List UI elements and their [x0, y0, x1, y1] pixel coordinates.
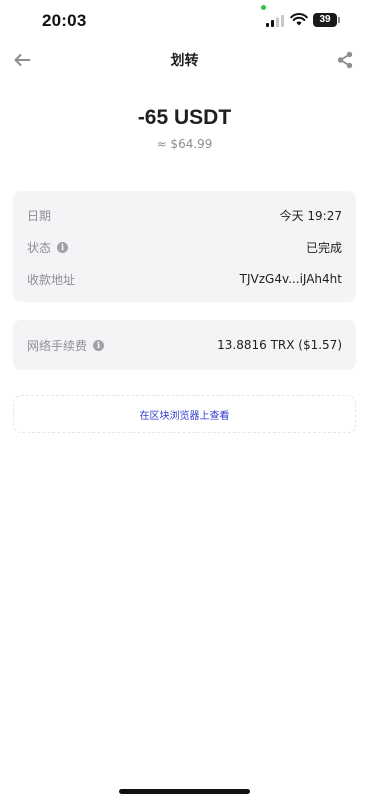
- fiat-equivalent: ≈ $64.99: [156, 137, 213, 151]
- network-fee-value: 13.8816 TRX ($1.57): [217, 338, 342, 352]
- nav-bar: 划转: [0, 44, 369, 76]
- recipient-address-label: 收款地址: [27, 272, 76, 287]
- info-icon[interactable]: i: [57, 241, 69, 253]
- share-button[interactable]: [333, 48, 357, 72]
- privacy-indicator-dot: [261, 5, 266, 10]
- view-on-explorer-label: 在区块浏览器上查看: [139, 410, 230, 422]
- wifi-icon: [290, 13, 308, 26]
- network-fee-label: 网络手续费: [27, 338, 88, 353]
- detail-row-date: 日期 今天 19:27: [27, 205, 342, 225]
- date-value: 今天 19:27: [279, 208, 342, 223]
- battery-level: 39: [313, 13, 337, 27]
- details-card: 日期 今天 19:27 状态 i 已完成 收款地址 TJVzG4v...iJAh…: [13, 191, 356, 302]
- cellular-signal-icon: [266, 15, 284, 27]
- info-icon[interactable]: i: [93, 339, 105, 351]
- status-time: 20:03: [42, 11, 87, 30]
- battery-icon: 39: [313, 13, 341, 27]
- status-label: 状态: [27, 240, 52, 255]
- page-title: 划转: [170, 53, 199, 69]
- recipient-address-value[interactable]: TJVzG4v...iJAh4ht: [240, 272, 342, 286]
- home-indicator[interactable]: [119, 789, 250, 794]
- status-value: 已完成: [305, 240, 342, 255]
- detail-row-network-fee: 网络手续费 i 13.8816 TRX ($1.57): [27, 335, 342, 355]
- date-label: 日期: [27, 208, 52, 223]
- transfer-amount: -65 USDT: [137, 106, 232, 129]
- detail-row-status: 状态 i 已完成: [27, 237, 342, 257]
- status-bar: 20:03 39: [0, 0, 369, 44]
- share-icon: [337, 51, 353, 69]
- transfer-detail-screen: 20:03 39 划转 -65 USDT ≈ $64.99 日期 今天 19:2…: [0, 0, 369, 800]
- view-on-explorer-button[interactable]: 在区块浏览器上查看: [13, 395, 356, 433]
- fee-card: 网络手续费 i 13.8816 TRX ($1.57): [13, 320, 356, 370]
- detail-row-address: 收款地址 TJVzG4v...iJAh4ht: [27, 269, 342, 289]
